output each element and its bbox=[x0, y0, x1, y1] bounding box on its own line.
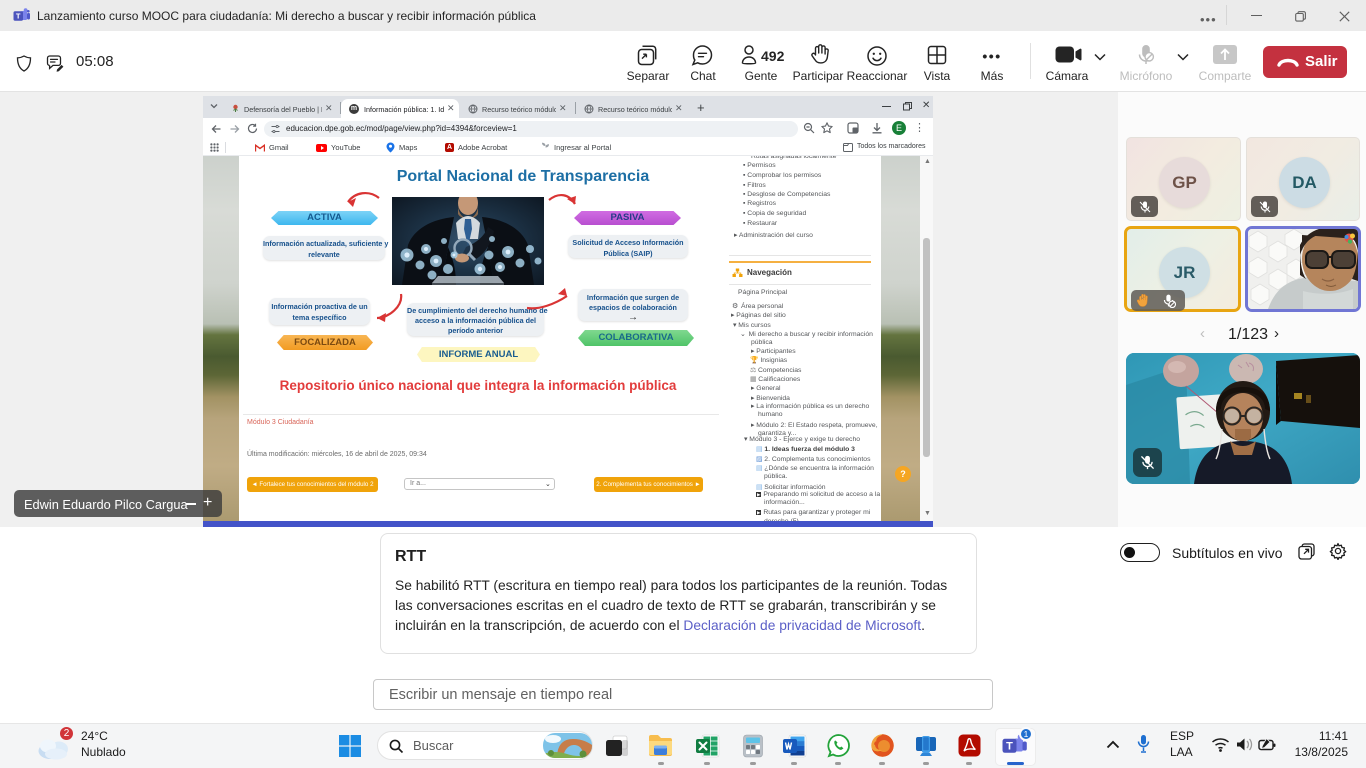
svg-text:T: T bbox=[1006, 741, 1013, 753]
svg-text:T: T bbox=[16, 12, 21, 21]
